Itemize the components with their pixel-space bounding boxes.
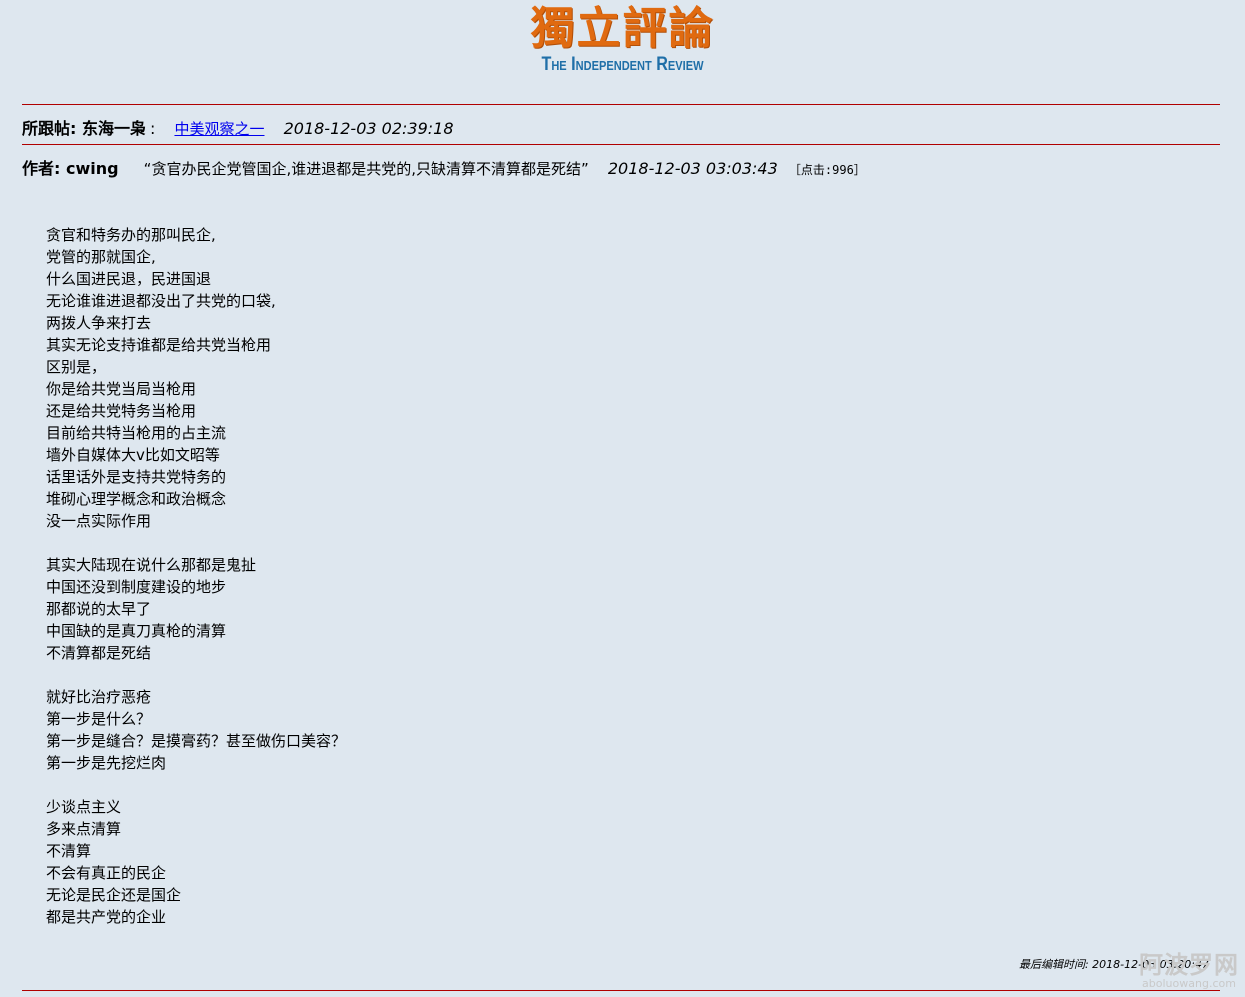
body-line: 不清算都是死结: [46, 644, 152, 662]
click-count: ［点击:996］: [788, 163, 866, 177]
body-line: 党管的那就国企,: [46, 248, 156, 266]
body-line: 其实无论支持谁都是给共党当枪用: [46, 336, 272, 354]
body-line: [46, 774, 346, 796]
body-line: [46, 664, 346, 686]
body-line: 中国缺的是真刀真枪的清算: [46, 622, 227, 640]
parent-post-time: 2018-12-03 02:39:18: [283, 119, 454, 138]
watermark-chinese: 阿波罗网: [1139, 951, 1239, 979]
post-body: 贪官和特务办的那叫民企, 党管的那就国企, 什么国进民退，民进国退无论谁谁进退都没出…: [46, 224, 346, 928]
body-line: 不清算: [46, 842, 92, 860]
body-line: 墙外自媒体大v比如文昭等: [46, 446, 220, 464]
body-line: 贪官和特务办的那叫民企,: [46, 226, 216, 244]
body-line: 不会有真正的民企: [46, 864, 167, 882]
body-line: 就好比治疗恶疮: [46, 688, 152, 706]
body-line: 话里话外是支持共党特务的: [46, 468, 227, 486]
body-line: 还是给共党特务当枪用: [46, 402, 197, 420]
logo-english-title: The Independent Review: [541, 54, 704, 75]
body-line: 什么国进民退，民进国退: [46, 270, 212, 288]
body-line: 少谈点主义: [46, 798, 122, 816]
body-line: 多来点清算: [46, 820, 122, 838]
site-logo[interactable]: 獨立評論 The Independent Review: [0, 4, 1245, 76]
body-line: 中国还没到制度建设的地步: [46, 578, 227, 596]
post-title: “贪官办民企党管国企,谁进退都是共党的,只缺清算不清算都是死结”: [143, 160, 589, 178]
body-line: 第一步是缝合？是摸膏药？甚至做伤口美容？: [46, 732, 347, 750]
reply-to-label: 所跟帖: 东海一枭: [22, 119, 146, 138]
body-line: [46, 532, 346, 554]
parent-post-link[interactable]: 中美观察之一: [174, 120, 264, 138]
reply-to-colon: :: [149, 119, 156, 138]
body-line: 那都说的太早了: [46, 600, 152, 618]
body-line: 你是给共党当局当枪用: [46, 380, 197, 398]
watermark-logo: 阿波罗网 aboluowang.com: [1139, 952, 1239, 990]
body-line: 都是共产党的企业: [46, 908, 167, 926]
divider-mid: [22, 144, 1220, 145]
body-line: 无论是民企还是国企: [46, 886, 182, 904]
body-line: 其实大陆现在说什么那都是鬼扯: [46, 556, 257, 574]
body-line: 无论谁谁进退都没出了共党的口袋,: [46, 292, 276, 310]
body-line: 第一步是什么？: [46, 710, 152, 728]
body-line: 两拨人争来打去: [46, 314, 152, 332]
body-line: 堆砌心理学概念和政治概念: [46, 490, 227, 508]
post-header-row: 作者: cwing “贪官办民企党管国企,谁进退都是共党的,只缺清算不清算都是死…: [22, 155, 866, 179]
divider-bottom: [22, 990, 1220, 991]
watermark-url: aboluowang.com: [1142, 977, 1236, 990]
body-line: 区别是，: [46, 358, 107, 376]
body-line: 第一步是先挖烂肉: [46, 754, 167, 772]
reply-to-row: 所跟帖: 东海一枭: 中美观察之一 2018-12-03 02:39:18: [22, 115, 454, 139]
post-author: 作者: cwing: [22, 159, 119, 178]
body-line: 目前给共特当枪用的占主流: [46, 424, 227, 442]
divider-top: [22, 104, 1220, 105]
logo-chinese-title: 獨立評論: [530, 3, 715, 54]
post-time: 2018-12-03 03:03:43: [607, 159, 778, 178]
body-line: 没一点实际作用: [46, 512, 152, 530]
